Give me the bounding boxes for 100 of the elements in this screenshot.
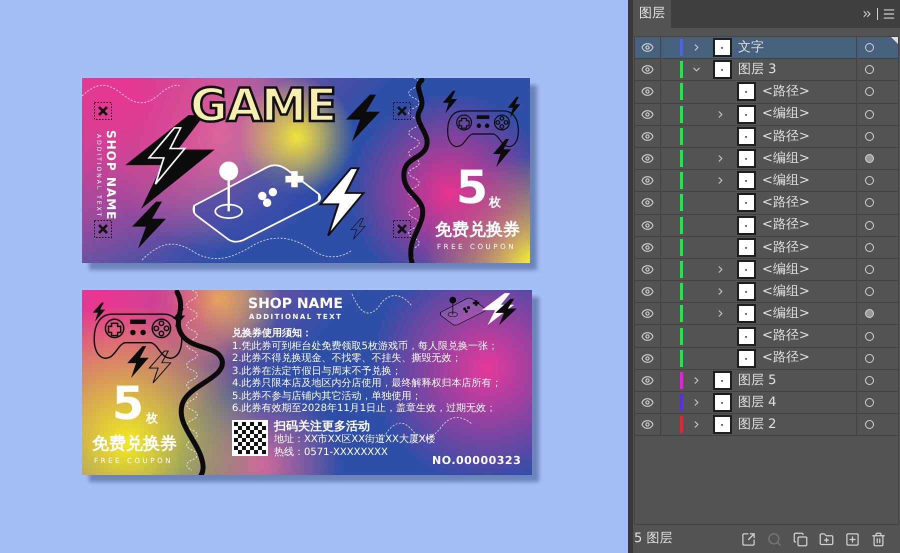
layer-row[interactable]: <路径> — [635, 325, 898, 348]
layer-name: <编组> — [761, 305, 811, 324]
layer-thumbnail — [737, 348, 756, 368]
layer-color-bar — [680, 150, 683, 168]
layer-thumbnail — [737, 304, 756, 324]
layer-thumbnail — [737, 216, 756, 235]
visibility-eye-icon[interactable] — [641, 41, 654, 54]
layer-row[interactable]: 图层 4 — [635, 392, 898, 414]
new-layer-icon[interactable] — [845, 532, 860, 546]
layer-name: <编组> — [761, 260, 811, 279]
shop-name: SHOP NAME — [248, 297, 343, 311]
delete-icon[interactable] — [871, 532, 886, 546]
coupon-unit: 枚 — [489, 195, 501, 211]
coupon-count: 5 — [112, 380, 144, 426]
layer-row[interactable]: <编组> — [635, 104, 898, 126]
layer-name: 文字 — [737, 38, 765, 57]
layer-row[interactable]: <路径> — [635, 214, 898, 237]
layer-count: 5 图层 — [634, 530, 672, 548]
visibility-eye-icon[interactable] — [641, 218, 654, 232]
layer-color-bar — [680, 260, 683, 278]
layer-color-bar — [680, 194, 683, 212]
coupon-unit: 枚 — [146, 410, 158, 427]
visibility-eye-icon[interactable] — [641, 240, 654, 254]
visibility-eye-icon[interactable] — [641, 352, 654, 365]
layer-name: <路径> — [761, 238, 811, 257]
layer-name: <编组> — [761, 282, 811, 301]
visibility-eye-icon[interactable] — [641, 85, 654, 98]
layer-name: <编组> — [761, 150, 811, 168]
visibility-eye-icon[interactable] — [641, 330, 654, 343]
visibility-eye-icon[interactable] — [641, 396, 654, 410]
coupon-label: 免费兑换券 — [92, 434, 177, 456]
visibility-eye-icon[interactable] — [641, 285, 654, 298]
layer-row[interactable]: 图层 2 — [635, 414, 898, 436]
layer-name: 图层 4 — [737, 394, 778, 412]
coupon-count: 5 — [456, 164, 488, 210]
layer-color-bar — [680, 106, 683, 123]
layer-row[interactable]: 图层 5 — [635, 370, 898, 392]
visibility-eye-icon[interactable] — [641, 374, 654, 387]
corner-triangle-icon — [891, 37, 898, 44]
layer-name: 图层 3 — [737, 61, 778, 80]
rule-text: 5.此券不参与店铺内其它活动，单独使用； — [232, 390, 423, 402]
export-icon[interactable] — [741, 532, 756, 546]
layer-thumbnail — [737, 193, 756, 212]
layer-thumbnail — [737, 326, 756, 346]
layer-row[interactable]: 图层 3 — [635, 59, 898, 82]
visibility-eye-icon[interactable] — [641, 262, 654, 276]
layer-color-bar — [680, 128, 683, 145]
rule-text: 3.此券在法定节假日与周末不予兑换； — [232, 366, 403, 378]
layer-thumbnail — [737, 126, 756, 146]
visibility-eye-icon[interactable] — [641, 108, 654, 121]
layer-name: 图层 2 — [737, 416, 778, 434]
layer-thumbnail — [713, 60, 732, 80]
rule-text: 2.此券不得兑换现金、不找零、不挂失、撕毁无效； — [232, 353, 463, 366]
layer-color-bar — [680, 305, 683, 322]
layer-color-bar — [680, 172, 683, 190]
layer-row[interactable]: <编组> — [635, 148, 898, 170]
layer-thumbnail — [737, 238, 756, 257]
visibility-eye-icon[interactable] — [641, 63, 654, 76]
layer-row[interactable]: <路径> — [635, 126, 898, 148]
new-sublayer-icon[interactable] — [819, 532, 834, 546]
rules-heading: 兑换券使用须知： — [232, 328, 313, 340]
layer-color-bar — [680, 238, 683, 256]
layer-row[interactable]: <路径> — [635, 236, 898, 259]
serial-number: NO.00000323 — [432, 453, 522, 469]
layer-name: <路径> — [761, 194, 811, 212]
layer-thumbnail — [713, 393, 732, 412]
layer-row[interactable]: <路径> — [635, 192, 898, 214]
menu-icon[interactable] — [882, 7, 896, 21]
collapse-panel-icon[interactable] — [861, 8, 873, 20]
layer-color-bar — [680, 350, 683, 367]
layer-thumbnail — [737, 149, 756, 168]
visibility-eye-icon[interactable] — [641, 174, 654, 188]
layer-row[interactable]: <编组> — [635, 258, 898, 282]
layer-name: <编组> — [761, 172, 811, 190]
layers-tab[interactable]: 图层 — [633, 0, 671, 28]
layer-name: 图层 5 — [737, 372, 778, 390]
layer-color-bar — [680, 283, 683, 300]
layer-row[interactable]: <编组> — [635, 303, 898, 326]
layer-color-bar — [680, 328, 683, 345]
rule-text: 4.此券只限本店及地区内分店使用，最终解释权归本店所有； — [232, 378, 502, 390]
layer-thumbnail — [737, 82, 756, 102]
hotline-text: 热线：0571-XXXXXXXX — [274, 448, 388, 458]
layer-row[interactable]: <编组> — [635, 170, 898, 192]
layer-row[interactable]: <路径> — [635, 81, 898, 104]
coupon-label: 免费兑换券 — [435, 220, 520, 242]
layer-name: <路径> — [761, 216, 811, 234]
layer-row[interactable]: <路径> — [635, 348, 898, 370]
visibility-eye-icon[interactable] — [641, 418, 654, 432]
layer-row[interactable]: <编组> — [635, 281, 898, 304]
visibility-eye-icon[interactable] — [641, 307, 654, 320]
clipping-mask-icon[interactable] — [793, 532, 808, 546]
layer-thumbnail — [737, 260, 756, 279]
layer-row[interactable]: 文字 — [635, 37, 898, 60]
layer-color-bar — [680, 216, 683, 234]
rule-text: 6.此券有效期至2028年11月1日止，盖章生效，过期无效； — [232, 403, 498, 416]
layer-thumbnail — [713, 415, 732, 434]
visibility-eye-icon[interactable] — [641, 152, 654, 166]
visibility-eye-icon[interactable] — [641, 196, 654, 210]
layer-thumbnail — [737, 171, 756, 190]
visibility-eye-icon[interactable] — [641, 130, 654, 143]
